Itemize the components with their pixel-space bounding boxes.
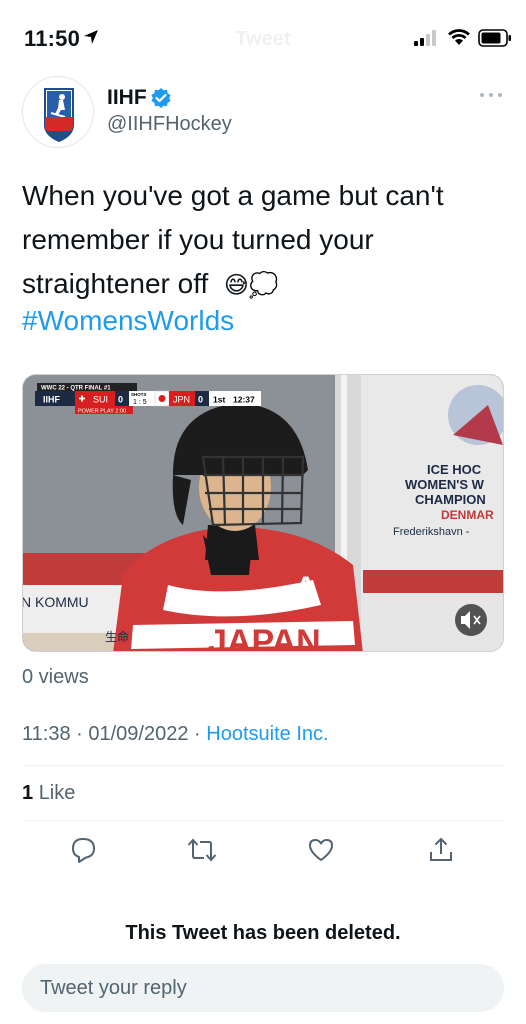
tweet-meta: 11:38 · 01/09/2022 · Hootsuite Inc. xyxy=(22,723,329,746)
tweet-date: 01/09/2022 xyxy=(88,723,189,745)
divider xyxy=(22,765,504,766)
divider xyxy=(22,820,504,821)
banner-text: DENMAR xyxy=(441,508,494,522)
emoji-text: 😅💭 xyxy=(223,272,279,299)
banner-text: ICE HOC xyxy=(427,462,482,477)
scorebug-brand: IIHF xyxy=(43,395,61,405)
tweet-video[interactable]: JAPAN A WWC 22 - QTR FINAL #1 IIHF SUI 0… xyxy=(22,374,504,652)
display-name[interactable]: IIHF xyxy=(107,86,147,110)
battery-icon xyxy=(478,29,511,47)
view-count: 0 views xyxy=(22,666,89,688)
tweet-text-segment: straightener off xyxy=(22,268,209,299)
scorebug-score2: 0 xyxy=(198,395,203,405)
action-bar xyxy=(0,836,526,872)
jersey-letter: A xyxy=(295,571,317,604)
tweet-text-line: straightener off 😅💭 xyxy=(22,262,502,308)
board-text: N KOMMU xyxy=(23,594,89,610)
verified-badge-icon xyxy=(151,88,171,108)
wifi-icon xyxy=(448,29,470,45)
scorebug-team2: JPN xyxy=(173,395,190,405)
hashtag-link[interactable]: #WomensWorlds xyxy=(22,305,234,337)
retweet-icon[interactable] xyxy=(186,836,218,864)
reply-icon[interactable] xyxy=(70,836,98,864)
banner-text: CHAMPION xyxy=(415,492,486,507)
scorebug-event: WWC 22 - QTR FINAL #1 xyxy=(41,386,111,392)
banner-text: WOMEN'S W xyxy=(405,477,485,492)
mute-button[interactable] xyxy=(455,604,487,636)
tweet-time: 11:38 xyxy=(22,723,71,745)
share-icon[interactable] xyxy=(427,836,455,864)
like-heart-icon[interactable] xyxy=(307,836,335,864)
tweet-text: When you've got a game but can't remembe… xyxy=(22,174,502,308)
tweet-source-link[interactable]: Hootsuite Inc. xyxy=(206,723,328,745)
meta-separator: · xyxy=(76,723,83,745)
likes-label: Like xyxy=(38,782,76,804)
cellular-signal-icon xyxy=(414,30,436,46)
banner-text: Frederikshavn - xyxy=(393,526,470,538)
scorebug-shots-label: SHOTS xyxy=(131,392,147,397)
likes-count[interactable]: 1 Like xyxy=(22,782,75,805)
reply-input[interactable]: Tweet your reply xyxy=(22,964,504,1012)
board-kanji: 生命 xyxy=(105,629,129,644)
avatar[interactable] xyxy=(22,76,94,148)
iihf-logo-icon xyxy=(44,88,74,143)
scorebug-team1: SUI xyxy=(93,395,108,405)
reply-placeholder: Tweet your reply xyxy=(40,977,187,999)
tweet-text-line: remember if you turned your xyxy=(22,224,374,255)
jersey-text: JAPAN xyxy=(208,623,321,652)
meta-separator: · xyxy=(194,723,201,745)
video-frame: JAPAN A WWC 22 - QTR FINAL #1 IIHF SUI 0… xyxy=(23,375,503,652)
status-bar: 11:50 Tweet xyxy=(0,0,526,78)
scorebug-period: 1st xyxy=(213,395,225,405)
scorebug-clock: 12:37 xyxy=(233,395,255,405)
tweet-text-line: When you've got a game but can't xyxy=(22,180,444,211)
scorebug-score1: 0 xyxy=(118,395,123,405)
more-options-icon[interactable] xyxy=(478,90,504,100)
deleted-notice: This Tweet has been deleted. xyxy=(125,922,401,944)
scorebug-power-play: POWER PLAY 2:00 xyxy=(78,409,126,415)
likes-number: 1 xyxy=(22,782,34,804)
scorebug-shots: 1 : 5 xyxy=(133,399,147,406)
user-handle[interactable]: @IIHFHockey xyxy=(107,113,232,136)
